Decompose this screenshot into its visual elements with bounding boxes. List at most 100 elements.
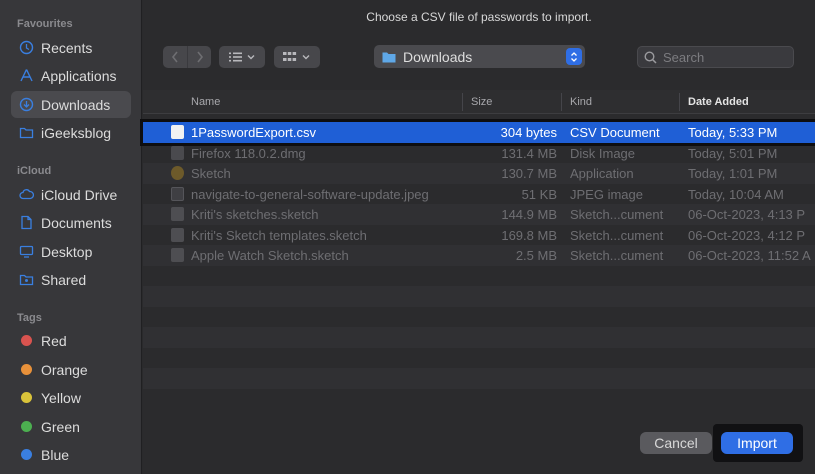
column-header-name[interactable]: Name bbox=[191, 96, 220, 108]
sidebar-item-label: Blue bbox=[41, 446, 70, 463]
column-header-kind[interactable]: Kind bbox=[570, 96, 592, 108]
chevron-right-icon bbox=[196, 51, 203, 63]
sidebar-item-label: Desktop bbox=[41, 243, 93, 260]
file-name: Kriti's Sketch templates.sketch bbox=[191, 227, 367, 243]
file-kind: Sketch...cument bbox=[570, 227, 664, 243]
dialog-title: Choose a CSV file of passwords to import… bbox=[366, 10, 592, 24]
file-name: 1PasswordExport.csv bbox=[191, 125, 316, 140]
column-header-size[interactable]: Size bbox=[471, 96, 492, 108]
sidebar-tag-blue[interactable]: Blue bbox=[11, 441, 131, 468]
search-field[interactable] bbox=[637, 46, 794, 68]
file-size: 51 KB bbox=[521, 186, 557, 202]
download-icon bbox=[19, 97, 34, 112]
sidebar-item-applications[interactable]: Applications bbox=[11, 62, 131, 89]
sidebar-item-label: Documents bbox=[41, 214, 112, 231]
grid-view-icon bbox=[283, 52, 310, 61]
table-row: Sketch 130.7 MB Application Today, 1:01 … bbox=[143, 163, 815, 184]
file-size: 304 bytes bbox=[500, 125, 557, 140]
sidebar-header-tags: Tags bbox=[17, 312, 42, 324]
tag-dot-icon bbox=[21, 421, 32, 432]
sidebar-item-documents[interactable]: Documents bbox=[11, 209, 131, 236]
sidebar-tag-yellow[interactable]: Yellow bbox=[11, 384, 131, 411]
applications-icon bbox=[19, 68, 34, 83]
shared-folder-icon bbox=[19, 272, 34, 287]
cloud-icon bbox=[19, 187, 34, 202]
column-header-date-added[interactable]: Date Added bbox=[688, 96, 749, 108]
sidebar-item-downloads[interactable]: Downloads bbox=[11, 91, 131, 118]
tag-dot-icon bbox=[21, 449, 32, 460]
sidebar-item-shared[interactable]: Shared bbox=[11, 266, 131, 293]
file-kind: Sketch...cument bbox=[570, 207, 664, 222]
file-name: Firefox 118.0.2.dmg bbox=[191, 145, 306, 161]
group-view-button[interactable] bbox=[274, 46, 320, 68]
file-kind: Disk Image bbox=[570, 145, 636, 161]
file-size: 131.4 MB bbox=[501, 145, 557, 161]
forward-button[interactable] bbox=[187, 46, 211, 68]
sidebar-item-label: Recents bbox=[41, 39, 93, 56]
file-list: 1PasswordExport.csv 304 bytes CSV Docume… bbox=[140, 119, 815, 266]
sketch-file-icon bbox=[171, 207, 184, 221]
sidebar-item-label: iGeeksblog bbox=[41, 124, 112, 141]
file-name: Kriti's sketches.sketch bbox=[191, 207, 319, 222]
sketch-file-icon bbox=[171, 227, 184, 242]
column-header-row: Name Size Kind Date Added bbox=[143, 90, 815, 114]
file-kind: Application bbox=[570, 166, 634, 181]
table-row[interactable]: 1PasswordExport.csv 304 bytes CSV Docume… bbox=[140, 119, 815, 146]
table-row: Apple Watch Sketch.sketch 2.5 MB Sketch.… bbox=[143, 245, 815, 266]
file-date: Today, 5:01 PM bbox=[688, 145, 778, 161]
file-date: Today, 10:04 AM bbox=[688, 186, 784, 202]
search-input[interactable] bbox=[663, 49, 783, 65]
column-separator[interactable] bbox=[679, 93, 680, 111]
folder-icon bbox=[19, 125, 34, 140]
sidebar-tag-orange[interactable]: Orange bbox=[11, 356, 131, 383]
back-button[interactable] bbox=[163, 46, 187, 68]
sidebar-item-label: Downloads bbox=[41, 96, 111, 113]
file-date: Today, 5:33 PM bbox=[688, 125, 778, 140]
file-size: 130.7 MB bbox=[501, 166, 557, 181]
location-label: Downloads bbox=[403, 48, 473, 65]
file-kind: CSV Document bbox=[570, 125, 660, 140]
list-view-icon bbox=[229, 52, 255, 62]
sidebar-item-recents[interactable]: Recents bbox=[11, 34, 131, 61]
document-icon bbox=[19, 215, 34, 230]
sidebar-item-label: Red bbox=[41, 332, 67, 349]
empty-row bbox=[143, 327, 815, 348]
empty-row bbox=[143, 368, 815, 389]
import-button[interactable]: Import bbox=[721, 432, 793, 454]
location-stepper[interactable] bbox=[566, 48, 582, 65]
tag-dot-icon bbox=[21, 335, 32, 346]
column-separator[interactable] bbox=[561, 93, 562, 111]
file-size: 169.8 MB bbox=[501, 227, 557, 243]
sidebar-item-label: Applications bbox=[41, 67, 117, 84]
empty-row bbox=[143, 286, 815, 307]
table-row: navigate-to-general-software-update.jpeg… bbox=[143, 184, 815, 205]
sidebar-item-desktop[interactable]: Desktop bbox=[11, 238, 131, 265]
sidebar-item-igeeksblog[interactable]: iGeeksblog bbox=[11, 119, 131, 146]
chevron-left-icon bbox=[171, 51, 178, 63]
sketch-file-icon bbox=[171, 248, 184, 262]
search-icon bbox=[644, 50, 657, 64]
cancel-button[interactable]: Cancel bbox=[640, 432, 712, 454]
file-name: Apple Watch Sketch.sketch bbox=[191, 248, 349, 263]
tag-dot-icon bbox=[21, 392, 32, 403]
folder-icon bbox=[382, 52, 396, 62]
sidebar-header-icloud: iCloud bbox=[17, 165, 52, 177]
sidebar-tag-red[interactable]: Red bbox=[11, 327, 131, 354]
navigation-buttons bbox=[163, 46, 211, 68]
location-popup[interactable]: Downloads bbox=[374, 45, 585, 68]
sketch-app-icon bbox=[171, 166, 184, 180]
sidebar-tag-green[interactable]: Green bbox=[11, 413, 131, 440]
clock-icon bbox=[19, 40, 34, 55]
table-row: Kriti's Sketch templates.sketch 169.8 MB… bbox=[143, 225, 815, 246]
sidebar-item-label: iCloud Drive bbox=[41, 186, 118, 203]
tag-dot-icon bbox=[21, 364, 32, 375]
sidebar-item-label: Green bbox=[41, 418, 80, 435]
column-separator[interactable] bbox=[462, 93, 463, 111]
sidebar-item-icloud-drive[interactable]: iCloud Drive bbox=[11, 181, 131, 208]
file-kind: Sketch...cument bbox=[570, 248, 664, 263]
file-name: navigate-to-general-software-update.jpeg bbox=[191, 186, 429, 202]
file-date: 06-Oct-2023, 4:13 P bbox=[688, 207, 806, 222]
table-row: Kriti's sketches.sketch 144.9 MB Sketch.… bbox=[143, 204, 815, 225]
file-size: 144.9 MB bbox=[501, 207, 557, 222]
list-view-button[interactable] bbox=[219, 46, 265, 68]
